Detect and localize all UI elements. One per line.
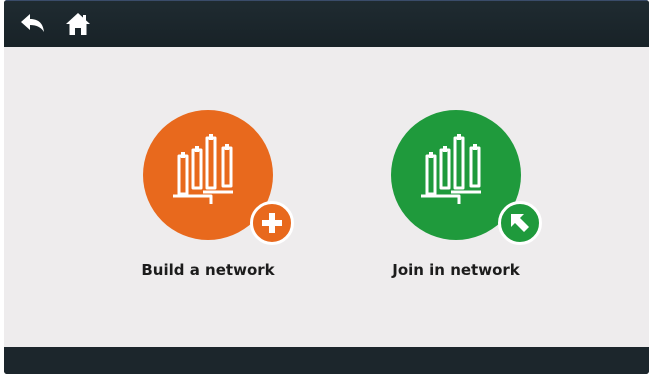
- plus-icon: [262, 213, 282, 233]
- back-button[interactable]: [18, 11, 46, 37]
- app-window: Build a network Join in network: [4, 0, 649, 374]
- arrow-badge: [498, 201, 542, 245]
- network-devices-icon: [173, 134, 233, 204]
- join-network-option[interactable]: Join in network: [361, 105, 551, 295]
- main-content: Build a network Join in network: [4, 47, 649, 347]
- top-toolbar: [4, 0, 649, 47]
- join-network-circle: [391, 110, 542, 245]
- build-network-option[interactable]: Build a network: [113, 105, 303, 295]
- home-icon: [66, 13, 90, 35]
- join-network-label: Join in network: [392, 261, 520, 279]
- back-arrow-icon: [21, 14, 44, 32]
- home-button[interactable]: [64, 11, 92, 37]
- bottom-bar: [4, 347, 649, 374]
- network-devices-icon: [421, 134, 481, 204]
- plus-badge: [250, 201, 294, 245]
- build-network-label: Build a network: [141, 261, 275, 279]
- build-network-circle: [143, 110, 294, 245]
- arrow-up-left-icon: [511, 214, 529, 232]
